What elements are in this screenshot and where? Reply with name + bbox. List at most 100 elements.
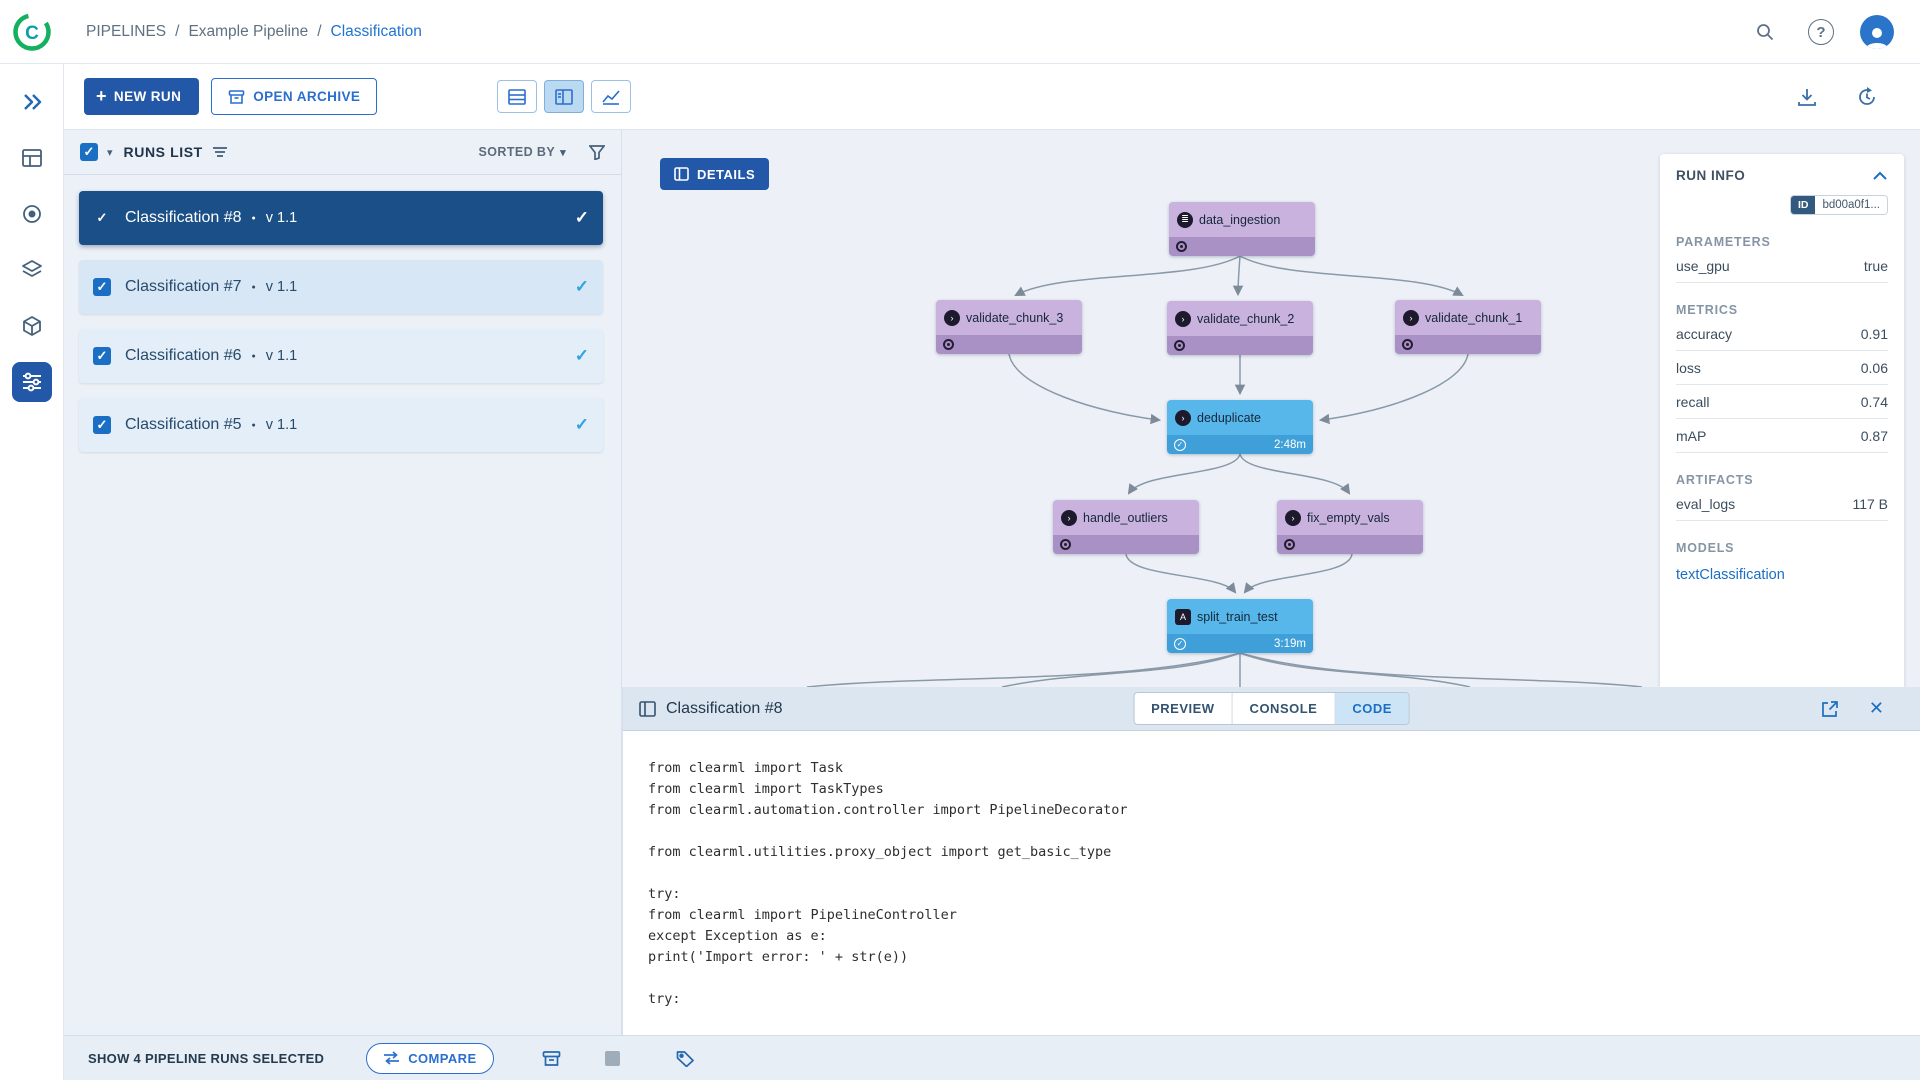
sidebar-item-reports[interactable] xyxy=(12,306,52,346)
checkbox-checked-icon[interactable]: ✓ xyxy=(93,416,111,434)
app-sidebar xyxy=(0,64,64,1080)
node-duration: 2:48m xyxy=(1274,439,1306,451)
checkbox-checked-icon[interactable]: ✓ xyxy=(93,347,111,365)
breadcrumb-root[interactable]: PIPELINES xyxy=(86,23,166,41)
run-detail-bottom-panel: Classification #8 PREVIEW CONSOLE CODE ✕… xyxy=(622,687,1920,1035)
cached-status-icon xyxy=(1174,340,1185,351)
pipelines-icon xyxy=(21,372,43,392)
pipeline-node-fix-empty-vals[interactable]: › fix_empty_vals xyxy=(1277,500,1423,554)
run-list-item[interactable]: ✓ Classification #7 ● v 1.1 ✓ xyxy=(79,260,603,314)
details-button[interactable]: DETAILS xyxy=(660,158,769,190)
clearml-logo[interactable]: C xyxy=(12,12,52,52)
user-avatar[interactable] xyxy=(1860,15,1894,49)
close-icon[interactable]: ✕ xyxy=(1869,698,1884,719)
pipeline-dag-canvas[interactable]: DETAILS ≣ data_ingestion › validate_chun… xyxy=(622,130,1920,687)
step-icon: ≣ xyxy=(1177,212,1193,228)
open-archive-button[interactable]: OPEN ARCHIVE xyxy=(211,78,377,115)
run-list-item[interactable]: ✓ Classification #6 ● v 1.1 ✓ xyxy=(79,329,603,383)
parameter-row: use_gpu true xyxy=(1676,249,1888,283)
checkbox-checked-icon[interactable]: ✓ xyxy=(93,209,111,227)
breadcrumb-current: Classification xyxy=(331,23,422,41)
node-label: fix_empty_vals xyxy=(1307,511,1390,525)
code-view: from clearml import Task from clearml im… xyxy=(623,731,1920,1037)
completed-check-icon: ✓ xyxy=(575,208,589,228)
open-in-new-icon[interactable] xyxy=(1821,700,1839,718)
run-id-badge[interactable]: ID bd00a0f1... xyxy=(1790,195,1888,215)
completed-status-icon: ✓ xyxy=(1174,439,1186,451)
top-bar: C PIPELINES / Example Pipeline / Classif… xyxy=(0,0,1920,64)
run-name: Classification #6 xyxy=(125,347,242,365)
metric-row: mAP 0.87 xyxy=(1676,419,1888,453)
checkbox-checked-icon[interactable]: ✓ xyxy=(93,278,111,296)
tab-preview[interactable]: PREVIEW xyxy=(1134,693,1232,724)
pipeline-node-validate-chunk-3[interactable]: › validate_chunk_3 xyxy=(936,300,1082,354)
tab-code[interactable]: CODE xyxy=(1335,693,1409,724)
artifacts-section-title: ARTIFACTS xyxy=(1676,473,1888,487)
run-version: v 1.1 xyxy=(266,210,297,226)
tag-icon[interactable] xyxy=(676,1050,695,1067)
download-icon[interactable] xyxy=(1790,80,1824,114)
sidebar-item-getting-started[interactable] xyxy=(12,82,52,122)
layers-icon xyxy=(21,259,43,281)
step-icon: › xyxy=(1175,311,1191,327)
split-view-button[interactable] xyxy=(544,80,584,113)
filter-icon[interactable] xyxy=(589,145,605,160)
abort-icon xyxy=(605,1051,620,1066)
details-icon xyxy=(674,167,689,181)
pipeline-node-data-ingestion[interactable]: ≣ data_ingestion xyxy=(1169,202,1315,256)
node-label: validate_chunk_2 xyxy=(1197,312,1294,326)
run-name: Classification #7 xyxy=(125,278,242,296)
search-icon[interactable] xyxy=(1748,15,1782,49)
pipeline-node-validate-chunk-1[interactable]: › validate_chunk_1 xyxy=(1395,300,1541,354)
double-chevron-icon xyxy=(21,92,43,112)
cached-status-icon xyxy=(1176,241,1187,252)
bullet-separator: ● xyxy=(252,284,256,291)
pipeline-node-split-train-test[interactable]: A split_train_test ✓ 3:19m xyxy=(1167,599,1313,653)
id-value: bd00a0f1... xyxy=(1815,196,1887,214)
run-list-item[interactable]: ✓ Classification #8 ● v 1.1 ✓ xyxy=(79,191,603,245)
breadcrumb-sep: / xyxy=(175,23,179,41)
model-link[interactable]: textClassification xyxy=(1676,567,1888,583)
archive-selected-icon[interactable] xyxy=(542,1050,561,1067)
id-label: ID xyxy=(1791,196,1816,214)
auto-refresh-icon[interactable] xyxy=(1850,80,1884,114)
pipeline-node-validate-chunk-2[interactable]: › validate_chunk_2 xyxy=(1167,301,1313,355)
artifact-row: eval_logs 117 B xyxy=(1676,487,1888,521)
pipeline-node-deduplicate[interactable]: › deduplicate ✓ 2:48m xyxy=(1167,400,1313,454)
sidebar-item-dashboard[interactable] xyxy=(12,138,52,178)
compare-button[interactable]: COMPARE xyxy=(366,1043,493,1074)
table-icon xyxy=(21,148,43,168)
new-run-button[interactable]: + NEW RUN xyxy=(84,78,199,115)
select-all-caret-icon[interactable]: ▾ xyxy=(107,146,113,159)
run-version: v 1.1 xyxy=(266,279,297,295)
sorted-by-dropdown[interactable]: SORTED BY ▾ xyxy=(479,145,566,159)
breadcrumb-project[interactable]: Example Pipeline xyxy=(188,23,308,41)
completed-check-icon: ✓ xyxy=(575,346,589,366)
chart-view-icon xyxy=(602,89,620,105)
node-duration: 3:19m xyxy=(1274,638,1306,650)
run-info-title: RUN INFO xyxy=(1676,168,1745,183)
column-settings-icon[interactable] xyxy=(212,145,228,159)
pipeline-node-handle-outliers[interactable]: › handle_outliers xyxy=(1053,500,1199,554)
bottom-panel-tabs: PREVIEW CONSOLE CODE xyxy=(1133,692,1410,725)
table-view-button[interactable] xyxy=(497,80,537,113)
completed-check-icon: ✓ xyxy=(575,277,589,297)
run-detail-icon xyxy=(639,701,656,717)
bottom-panel-title: Classification #8 xyxy=(666,700,783,718)
collapse-chevron-icon[interactable] xyxy=(1872,171,1888,181)
parameters-section-title: PARAMETERS xyxy=(1676,235,1888,249)
runs-list-header: ✓ ▾ RUNS LIST SORTED BY ▾ xyxy=(64,130,621,175)
sidebar-item-datasets[interactable] xyxy=(12,250,52,290)
sidebar-item-pipelines[interactable] xyxy=(12,362,52,402)
node-label: split_train_test xyxy=(1197,610,1278,624)
node-label: data_ingestion xyxy=(1199,213,1280,227)
sidebar-item-projects[interactable] xyxy=(12,194,52,234)
metrics-section-title: METRICS xyxy=(1676,303,1888,317)
help-icon[interactable]: ? xyxy=(1804,15,1838,49)
tab-console[interactable]: CONSOLE xyxy=(1233,693,1336,724)
chart-view-button[interactable] xyxy=(591,80,631,113)
run-list-item[interactable]: ✓ Classification #5 ● v 1.1 ✓ xyxy=(79,398,603,452)
runs-list-title: RUNS LIST xyxy=(124,144,203,160)
cached-status-icon xyxy=(1060,539,1071,550)
select-all-checkbox[interactable]: ✓ xyxy=(80,143,98,161)
